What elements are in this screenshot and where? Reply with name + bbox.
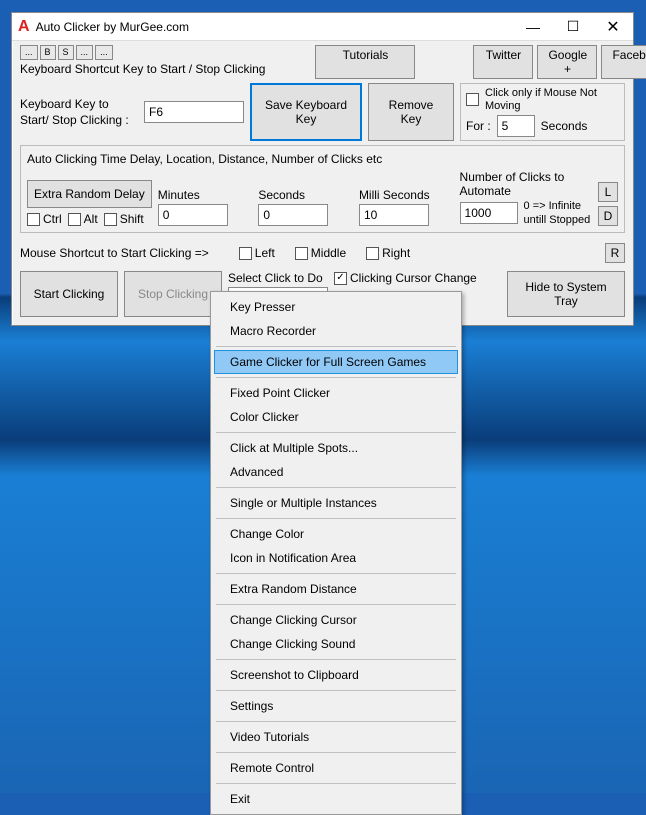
numclicks-note2: untill Stopped: [524, 214, 591, 226]
mini-toolbar-button[interactable]: B: [40, 45, 56, 60]
maximize-button[interactable]: ☐: [553, 13, 593, 40]
menu-item[interactable]: Settings: [214, 694, 458, 718]
menu-item[interactable]: Icon in Notification Area: [214, 546, 458, 570]
menu-separator: [216, 432, 456, 433]
facebook-button[interactable]: Facebook: [601, 45, 646, 79]
timing-header: Auto Clicking Time Delay, Location, Dist…: [27, 152, 618, 166]
mouse-middle-checkbox[interactable]: Middle: [295, 246, 346, 260]
menu-item[interactable]: Change Color: [214, 522, 458, 546]
d-button[interactable]: D: [598, 206, 618, 226]
menu-item[interactable]: Key Presser: [214, 295, 458, 319]
keyboard-header: Keyboard Shortcut Key to Start / Stop Cl…: [20, 62, 265, 76]
shortcut-key-input[interactable]: [144, 101, 244, 123]
app-window: A Auto Clicker by MurGee.com — ☐ ✕ ...BS…: [11, 12, 634, 326]
mini-toolbar: ...BS......: [20, 45, 265, 60]
menu-item[interactable]: Extra Random Distance: [214, 577, 458, 601]
extra-random-delay-button[interactable]: Extra Random Delay: [27, 180, 152, 208]
mini-toolbar-button[interactable]: ...: [76, 45, 94, 60]
mini-toolbar-button[interactable]: ...: [95, 45, 113, 60]
shift-checkbox[interactable]: Shift: [104, 212, 144, 226]
stop-clicking-button[interactable]: Stop Clicking: [124, 271, 222, 317]
menu-item[interactable]: Remote Control: [214, 756, 458, 780]
menu-item[interactable]: Exit: [214, 787, 458, 811]
r-button[interactable]: R: [605, 243, 625, 263]
menu-item[interactable]: Single or Multiple Instances: [214, 491, 458, 515]
hide-to-tray-button[interactable]: Hide to System Tray: [507, 271, 625, 317]
app-icon: A: [18, 18, 30, 36]
menu-separator: [216, 377, 456, 378]
select-click-label: Select Click to Do: [228, 271, 328, 285]
minutes-label: Minutes: [158, 188, 253, 202]
context-menu: Key PresserMacro Recorder Game Clicker fo…: [210, 291, 462, 815]
mouse-right-checkbox[interactable]: Right: [366, 246, 410, 260]
mouse-left-checkbox[interactable]: Left: [239, 246, 275, 260]
menu-separator: [216, 604, 456, 605]
menu-item[interactable]: Macro Recorder: [214, 319, 458, 343]
menu-item[interactable]: Screenshot to Clipboard: [214, 663, 458, 687]
ms-input[interactable]: [359, 204, 429, 226]
keyboard-key-label1: Keyboard Key to: [20, 97, 138, 111]
menu-item[interactable]: Change Clicking Cursor: [214, 608, 458, 632]
menu-separator: [216, 487, 456, 488]
click-only-label: Click only if Mouse Not Moving: [485, 87, 619, 112]
mouse-shortcut-label: Mouse Shortcut to Start Clicking =>: [20, 246, 209, 260]
minimize-button[interactable]: —: [513, 13, 553, 40]
menu-item[interactable]: Advanced: [214, 460, 458, 484]
keyboard-key-label2: Start/ Stop Clicking :: [20, 113, 138, 127]
menu-item[interactable]: Fixed Point Clicker: [214, 381, 458, 405]
numclicks-input[interactable]: [460, 202, 518, 224]
menu-separator: [216, 690, 456, 691]
menu-separator: [216, 752, 456, 753]
for-seconds-input[interactable]: [497, 115, 535, 137]
googleplus-button[interactable]: Google +: [537, 45, 597, 79]
numclicks-note1: 0 => Infinite: [524, 200, 591, 212]
minutes-input[interactable]: [158, 204, 228, 226]
mini-toolbar-button[interactable]: ...: [20, 45, 38, 60]
seconds-label2: Seconds: [258, 188, 353, 202]
menu-separator: [216, 518, 456, 519]
mini-toolbar-button[interactable]: S: [58, 45, 74, 60]
tutorials-button[interactable]: Tutorials: [315, 45, 415, 79]
timing-group: Auto Clicking Time Delay, Location, Dist…: [20, 145, 625, 233]
menu-item[interactable]: Click at Multiple Spots...: [214, 436, 458, 460]
window-content: ...BS...... Keyboard Shortcut Key to Sta…: [12, 41, 633, 325]
l-button[interactable]: L: [598, 182, 618, 202]
close-button[interactable]: ✕: [593, 13, 633, 40]
ctrl-checkbox[interactable]: Ctrl: [27, 212, 62, 226]
save-keyboard-key-button[interactable]: Save Keyboard Key: [250, 83, 362, 141]
menu-item[interactable]: Change Clicking Sound: [214, 632, 458, 656]
menu-item[interactable]: Video Tutorials: [214, 725, 458, 749]
cursor-change-checkbox[interactable]: ✓Clicking Cursor Change: [334, 271, 501, 285]
menu-separator: [216, 659, 456, 660]
start-clicking-button[interactable]: Start Clicking: [20, 271, 118, 317]
twitter-button[interactable]: Twitter: [473, 45, 533, 79]
ms-label: Milli Seconds: [359, 188, 454, 202]
menu-separator: [216, 573, 456, 574]
menu-separator: [216, 721, 456, 722]
menu-item[interactable]: Game Clicker for Full Screen Games: [214, 350, 458, 374]
titlebar: A Auto Clicker by MurGee.com — ☐ ✕: [12, 13, 633, 41]
window-title: Auto Clicker by MurGee.com: [36, 20, 513, 34]
click-only-checkbox[interactable]: [466, 93, 479, 106]
alt-checkbox[interactable]: Alt: [68, 212, 98, 226]
menu-separator: [216, 783, 456, 784]
seconds-label: Seconds: [541, 119, 588, 133]
seconds-input[interactable]: [258, 204, 328, 226]
for-label: For :: [466, 119, 491, 133]
remove-key-button[interactable]: Remove Key: [368, 83, 454, 141]
numclicks-label: Number of Clicks to Automate: [460, 170, 592, 198]
menu-item[interactable]: Color Clicker: [214, 405, 458, 429]
menu-separator: [216, 346, 456, 347]
